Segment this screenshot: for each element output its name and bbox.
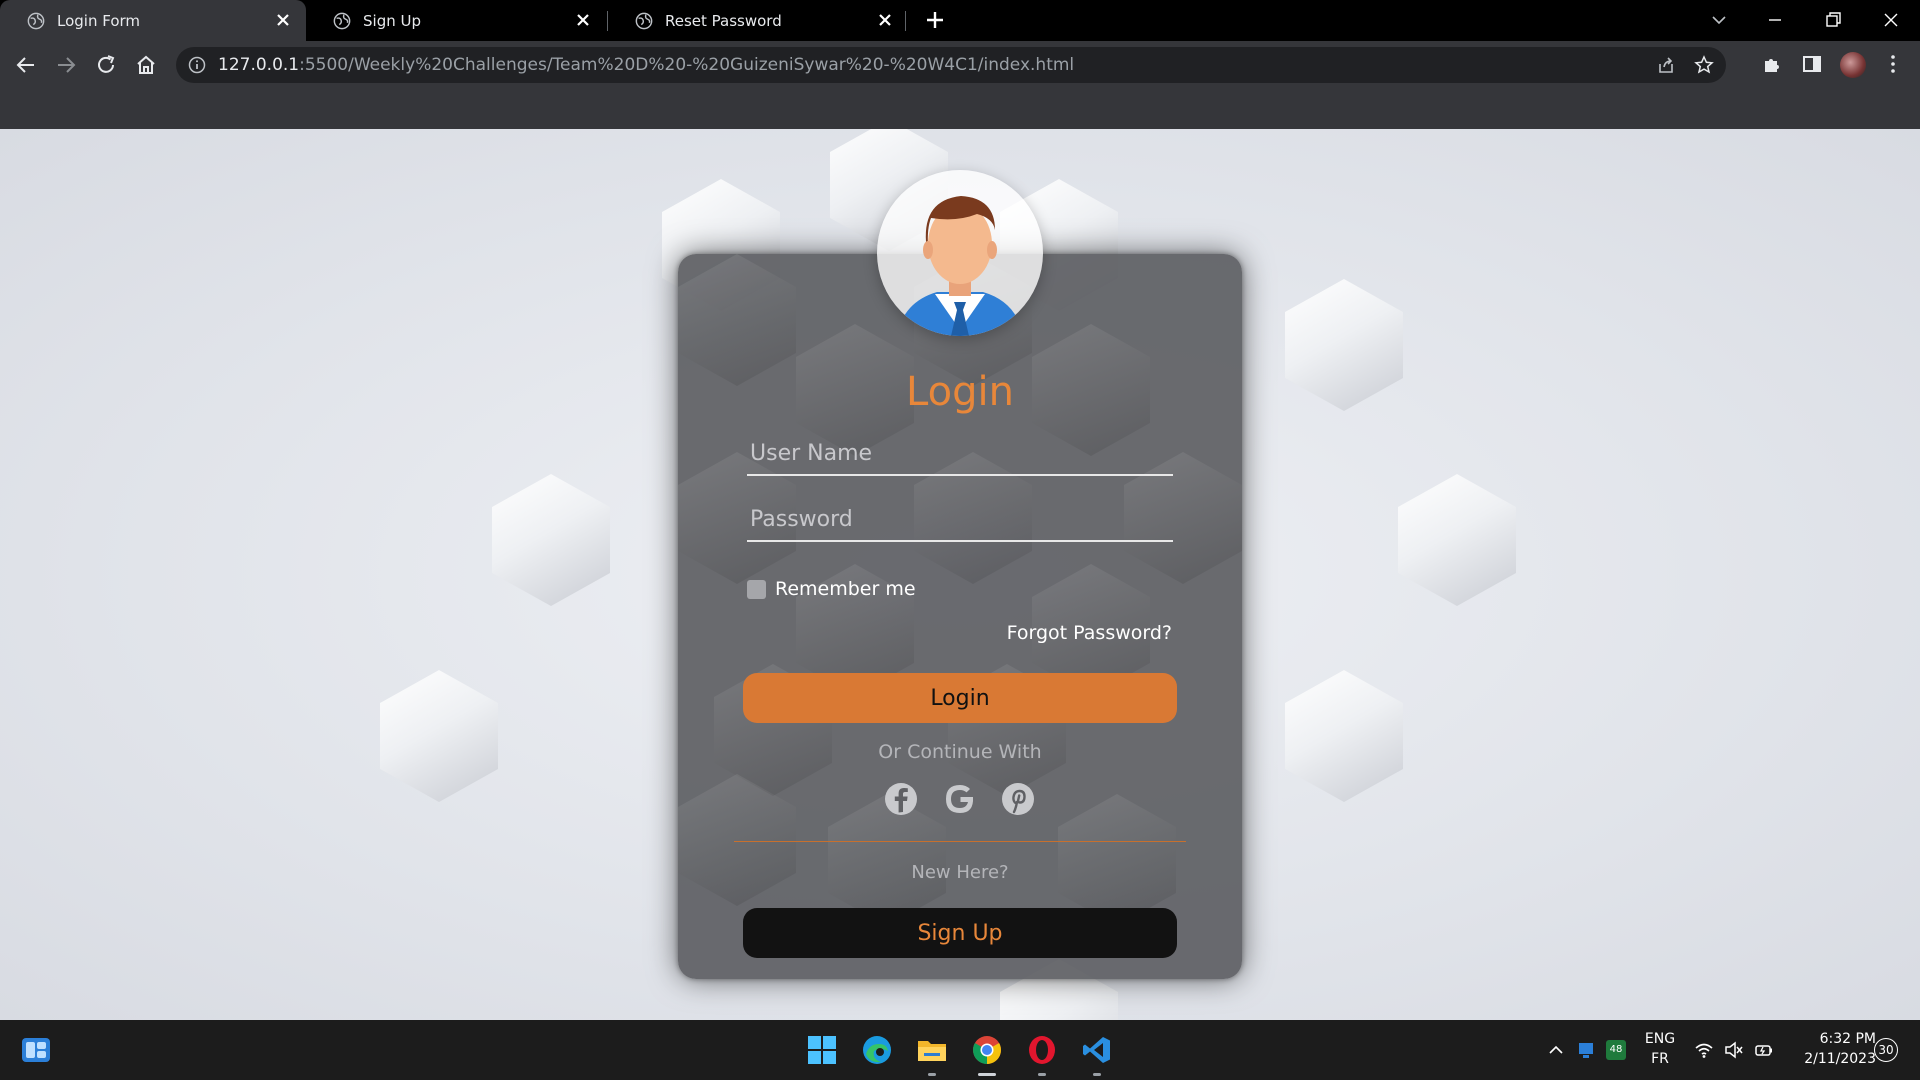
background-hexagon: [1398, 474, 1516, 606]
reload-icon[interactable]: [94, 53, 118, 77]
globe-icon: [27, 12, 45, 29]
tab-separator: [905, 11, 906, 31]
new-tab-icon[interactable]: [924, 9, 946, 31]
globe-icon: [635, 12, 653, 29]
tab-title: Reset Password: [665, 11, 782, 30]
url-path: :5500/Weekly%20Challenges/Team%20D%20-%2…: [299, 55, 1075, 75]
background-hexagon: [380, 670, 498, 802]
menu-kebab-icon[interactable]: [1882, 53, 1904, 75]
profile-avatar[interactable]: [1840, 52, 1866, 78]
chrome-icon[interactable]: [971, 1034, 1003, 1066]
username-input[interactable]: [747, 432, 1173, 476]
login-button[interactable]: Login: [743, 673, 1177, 723]
url-host: 127.0.0.1: [218, 55, 300, 75]
widgets-icon[interactable]: [20, 1034, 52, 1066]
active-indicator: [978, 1073, 996, 1076]
background-hexagon: [1285, 279, 1403, 411]
language-indicator-bottom[interactable]: FR: [1640, 1051, 1680, 1067]
vscode-icon[interactable]: [1081, 1034, 1113, 1066]
tab-reset-password[interactable]: Reset Password: [608, 0, 908, 41]
user-avatar-illustration: [897, 196, 1023, 336]
page-background: Login Remember me Forgot Password? Login…: [0, 129, 1920, 1020]
forgot-password-link[interactable]: Forgot Password?: [990, 622, 1172, 644]
bookmarks-bar: [0, 88, 1920, 129]
home-icon[interactable]: [134, 53, 158, 77]
minimize-icon[interactable]: [1764, 9, 1786, 31]
side-panel-icon[interactable]: [1801, 53, 1823, 75]
battery-icon[interactable]: [1754, 1040, 1774, 1060]
remember-me-checkbox[interactable]: [747, 579, 766, 599]
background-hexagon: [1285, 670, 1403, 802]
close-window-icon[interactable]: [1880, 9, 1902, 31]
globe-icon: [333, 12, 351, 29]
windows-taskbar: 48 ENG FR 6:32 PM 2/11/2023 30: [0, 1020, 1920, 1080]
browser-tab-bar: Login Form Sign Up Reset Password: [0, 0, 1920, 41]
running-indicator: [1093, 1073, 1101, 1076]
back-arrow-icon[interactable]: [14, 53, 38, 77]
card-hexagon: [1058, 794, 1176, 926]
user-avatar: [877, 170, 1043, 336]
share-icon[interactable]: [1656, 55, 1676, 75]
tab-title: Login Form: [57, 11, 141, 30]
file-explorer-icon[interactable]: [916, 1034, 948, 1066]
notification-count-badge[interactable]: 30: [1874, 1038, 1898, 1062]
opera-icon[interactable]: [1026, 1034, 1058, 1066]
remember-me-row[interactable]: Remember me: [747, 578, 916, 600]
clock-time[interactable]: 6:32 PM: [1786, 1031, 1876, 1047]
running-indicator: [1038, 1073, 1046, 1076]
close-tab-icon[interactable]: [274, 11, 292, 29]
tray-app-icon[interactable]: [1576, 1040, 1596, 1060]
site-info-icon[interactable]: [188, 56, 206, 74]
section-divider: [734, 841, 1186, 842]
close-tab-icon[interactable]: [574, 11, 592, 29]
card-hexagon: [678, 254, 796, 386]
sign-up-button[interactable]: Sign Up: [743, 908, 1177, 958]
url-text: 127.0.0.1:5500/Weekly%20Challenges/Team%…: [218, 47, 1074, 83]
tab-sign-up[interactable]: Sign Up: [306, 0, 606, 41]
bookmark-star-icon[interactable]: [1694, 55, 1714, 75]
pinterest-icon[interactable]: [1000, 781, 1036, 817]
show-hidden-icons-chevron-icon[interactable]: [1546, 1040, 1566, 1060]
password-input[interactable]: [747, 498, 1173, 542]
running-indicator: [928, 1073, 936, 1076]
tray-badge-48[interactable]: 48: [1606, 1040, 1626, 1060]
tab-login-form[interactable]: Login Form: [0, 0, 306, 41]
restore-icon[interactable]: [1822, 9, 1844, 31]
browser-toolbar: 127.0.0.1:5500/Weekly%20Challenges/Team%…: [0, 41, 1920, 88]
or-continue-with-label: Or Continue With: [878, 741, 1042, 763]
edge-icon[interactable]: [861, 1034, 893, 1066]
address-bar[interactable]: 127.0.0.1:5500/Weekly%20Challenges/Team%…: [176, 47, 1726, 83]
close-tab-icon[interactable]: [876, 11, 894, 29]
windows-start-icon[interactable]: [806, 1034, 838, 1066]
remember-me-label: Remember me: [775, 578, 916, 600]
background-hexagon: [492, 474, 610, 606]
forward-arrow-icon[interactable]: [54, 53, 78, 77]
facebook-icon[interactable]: [883, 781, 919, 817]
clock-date[interactable]: 2/11/2023: [1786, 1051, 1876, 1067]
login-title: Login: [906, 369, 1014, 415]
google-icon[interactable]: [942, 781, 978, 817]
extensions-puzzle-icon[interactable]: [1761, 53, 1783, 75]
tab-title: Sign Up: [363, 11, 421, 30]
new-here-label: New Here?: [911, 862, 1009, 883]
speaker-muted-icon[interactable]: [1724, 1040, 1744, 1060]
wifi-icon[interactable]: [1694, 1040, 1714, 1060]
card-hexagon: [678, 774, 796, 906]
language-indicator-top[interactable]: ENG: [1640, 1031, 1680, 1047]
tab-search-chevron-icon[interactable]: [1708, 9, 1730, 31]
